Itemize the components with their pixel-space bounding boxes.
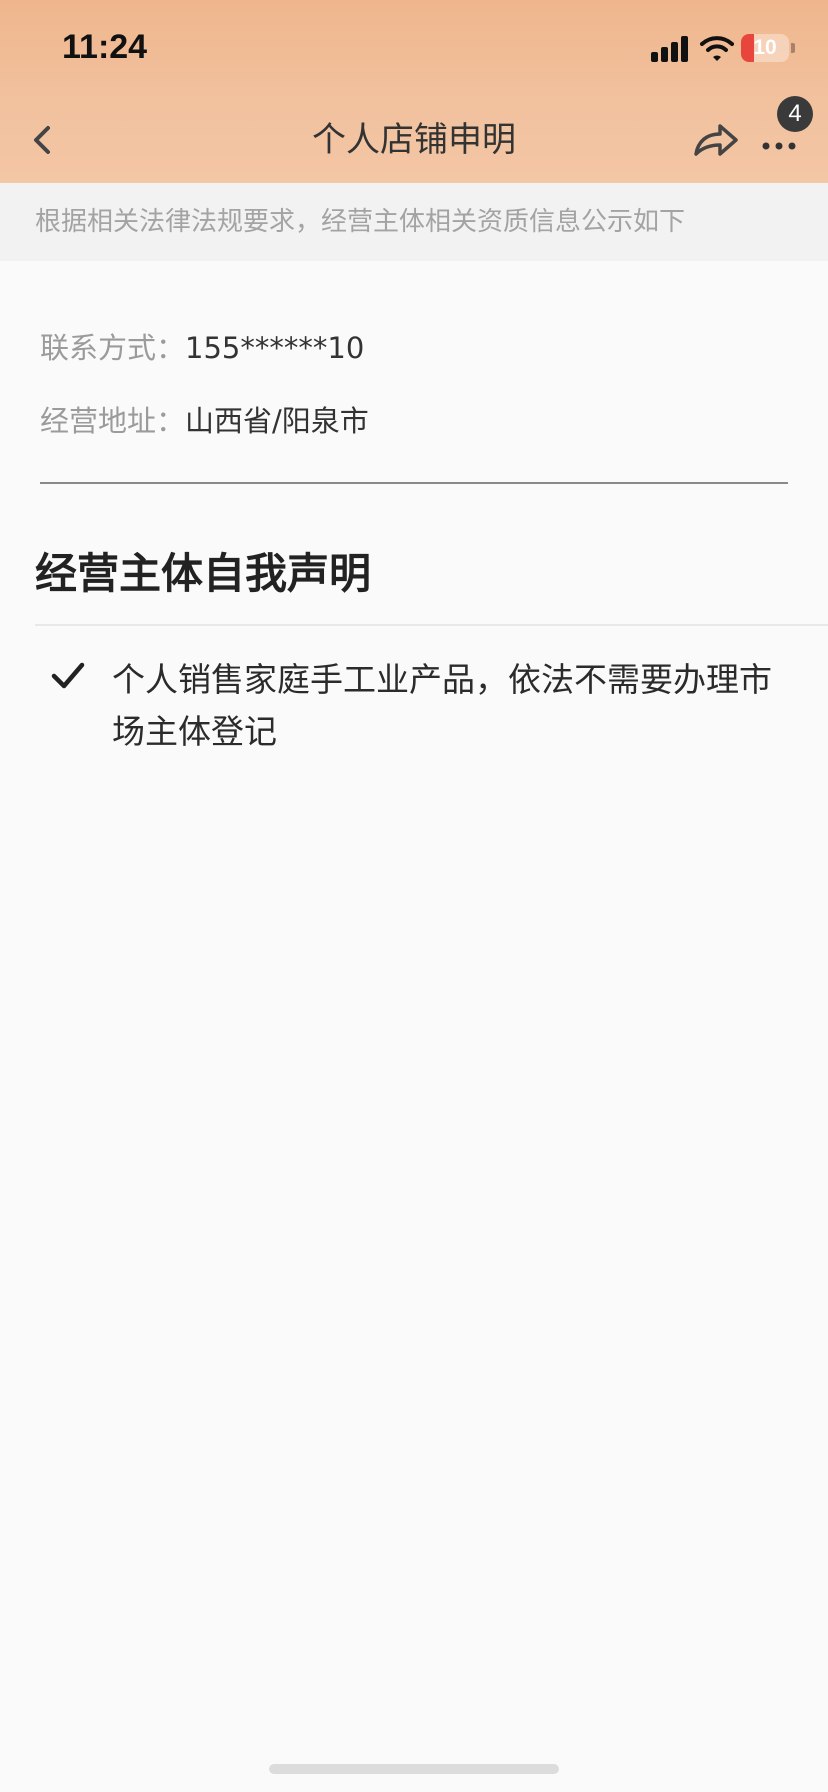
- back-chevron-icon: [34, 126, 50, 154]
- status-time: 11:24: [62, 28, 148, 66]
- address-row: 经营地址：山西省/阳泉市: [40, 401, 369, 441]
- back-button[interactable]: [20, 116, 68, 164]
- battery-icon: 10: [741, 34, 789, 62]
- contact-label: 联系方式：: [40, 331, 186, 365]
- address-value: 山西省/阳泉市: [185, 404, 369, 438]
- battery-level: 10: [753, 36, 777, 59]
- contact-row: 联系方式：155******10: [40, 328, 364, 368]
- address-label: 经营地址：: [40, 404, 186, 438]
- declaration-title: 经营主体自我声明: [35, 549, 372, 598]
- home-indicator: [269, 1764, 559, 1774]
- wifi-icon: [700, 34, 734, 62]
- notice-text: 根据相关法律法规要求，经营主体相关资质信息公示如下: [35, 207, 686, 237]
- nav-bar: 个人店铺申明: [0, 96, 828, 183]
- notification-badge: 4: [777, 96, 813, 132]
- share-button[interactable]: [690, 116, 740, 164]
- checkmark-icon: [50, 660, 86, 692]
- contact-value: 155******10: [185, 331, 365, 365]
- share-icon: [694, 124, 738, 156]
- declaration-item: 个人销售家庭手工业产品，依法不需要办理市场主体登记: [112, 660, 772, 751]
- battery-cap: [791, 43, 795, 53]
- header: 11:24 10 个人店铺申明 4: [0, 0, 828, 183]
- status-bar: 11:24 10: [0, 0, 828, 96]
- page-title: 个人店铺申明: [312, 120, 516, 160]
- section-divider: [35, 624, 828, 626]
- info-divider: [40, 482, 788, 484]
- notice-bar: 根据相关法律法规要求，经营主体相关资质信息公示如下: [0, 183, 828, 261]
- signal-icon: [651, 36, 691, 62]
